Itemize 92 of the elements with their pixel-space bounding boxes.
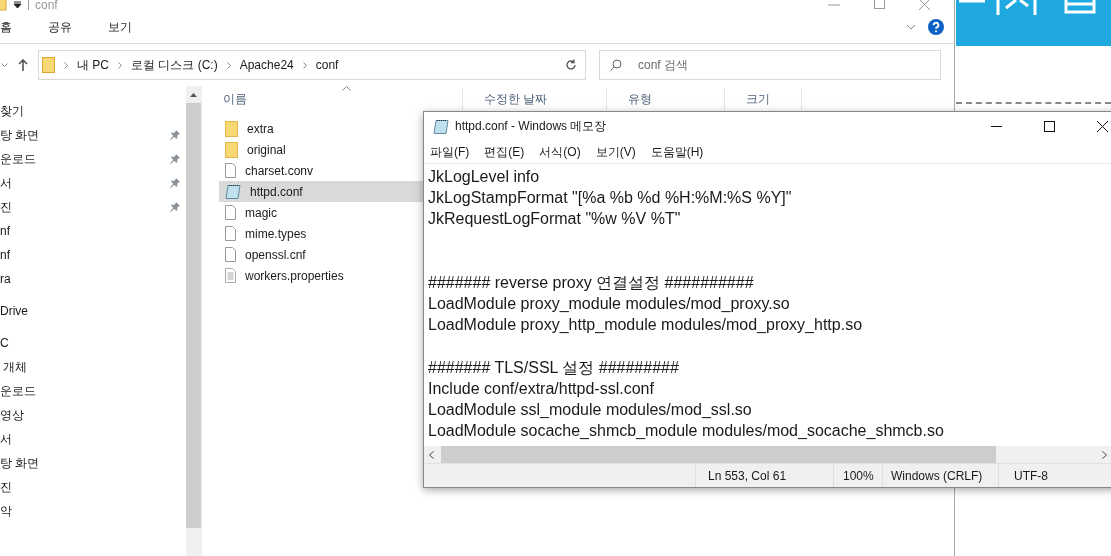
- sort-icon: [342, 86, 351, 91]
- status-text: Windows (CRLF): [883, 464, 999, 487]
- file-icon: [225, 247, 236, 262]
- refresh-icon[interactable]: [565, 59, 577, 71]
- sidebar-item[interactable]: 운로드: [0, 382, 36, 400]
- file-row[interactable]: extra: [219, 118, 424, 139]
- sidebar-item[interactable]: Drive: [0, 304, 28, 318]
- pin-icon: [170, 178, 180, 188]
- sidebar-item[interactable]: 진: [0, 198, 12, 216]
- file-row[interactable]: mime.types: [219, 223, 424, 244]
- file-icon: [225, 163, 236, 178]
- column-header[interactable]: 이름: [202, 88, 463, 110]
- code-line: LoadModule proxy_module modules/mod_proxy.so: [428, 294, 791, 315]
- menu-item[interactable]: 파일(F): [430, 143, 470, 161]
- code-line: JkLogStampFormat "[%a %b %d %H:%M:%S %Y]": [428, 188, 793, 209]
- sidebar-item[interactable]: 악: [0, 502, 12, 520]
- sidebar-item[interactable]: C: [0, 336, 9, 350]
- notepad-icon: [433, 118, 449, 135]
- menu-item[interactable]: 서식(O): [539, 143, 581, 161]
- sidebar-item[interactable]: 서: [0, 430, 12, 448]
- file-row[interactable]: magic: [219, 202, 424, 223]
- chevron-icon[interactable]: [1, 62, 8, 68]
- scroll-up-icon[interactable]: [190, 93, 197, 97]
- pin-icon: [170, 202, 180, 212]
- address-bar[interactable]: 내 PC 로컬 디스크 (C:) Apache24 conf: [38, 50, 586, 80]
- up-arrow-icon[interactable]: [18, 59, 28, 71]
- notepad-icon: [225, 184, 241, 199]
- breadcrumb-item[interactable]: 로컬 디스크 (C:): [131, 56, 218, 74]
- text-file-icon: [225, 268, 236, 283]
- pin-icon: [170, 130, 180, 140]
- code-line: ####### TLS/SSL 설정 #########: [428, 357, 680, 378]
- ribbon-tab[interactable]: 공유: [48, 18, 72, 36]
- code-line: JkRequestLogFormat "%w %V %T": [428, 209, 682, 230]
- file-row[interactable]: workers.properties: [219, 265, 424, 286]
- help-icon[interactable]: [928, 19, 944, 35]
- column-header[interactable]: 수정한 날짜: [463, 88, 607, 110]
- code-line: LoadModule ssl_module modules/mod_ssl.so: [428, 400, 753, 421]
- status-text: Ln 553, Col 61: [696, 464, 834, 487]
- status-text: UTF-8: [1013, 467, 1049, 485]
- file-row[interactable]: original: [219, 139, 424, 160]
- scrollbar[interactable]: [424, 446, 1111, 463]
- chevron-icon: [118, 61, 122, 69]
- scrollbar[interactable]: [186, 86, 201, 556]
- folder-icon: [225, 141, 238, 158]
- window-title: httpd.conf - Windows 메모장: [455, 118, 607, 135]
- sidebar-item[interactable]: 탕 화면: [0, 126, 40, 144]
- file-row[interactable]: httpd.conf: [219, 181, 424, 202]
- chevron-icon: [64, 61, 68, 69]
- sidebar-item[interactable]: 서: [0, 174, 12, 192]
- sidebar-item[interactable]: 진: [0, 478, 12, 496]
- sidebar-item[interactable]: 찾기: [0, 102, 24, 120]
- column-header[interactable]: 유형: [607, 88, 725, 110]
- menu-item[interactable]: 도움말(H): [650, 143, 704, 161]
- breadcrumb-item[interactable]: Apache24: [239, 58, 294, 72]
- ribbon-tab[interactable]: 홈: [0, 18, 12, 36]
- file-icon: [225, 226, 236, 241]
- sidebar-item[interactable]: nf: [0, 248, 10, 262]
- window-title: conf: [35, 0, 58, 12]
- pin-icon: [170, 154, 180, 164]
- folder-icon: [225, 120, 238, 137]
- file-row[interactable]: charset.conv: [219, 160, 424, 181]
- code-line: Include conf/extra/httpd-ssl.conf: [428, 378, 655, 399]
- search-icon: [610, 59, 622, 71]
- breadcrumb-item[interactable]: 내 PC: [77, 56, 109, 74]
- code-line: ####### reverse proxy 연결설정 ##########: [428, 272, 755, 293]
- sidebar-item[interactable]: 운로드: [0, 150, 36, 168]
- menu-item[interactable]: 편집(E): [484, 143, 525, 161]
- code-line: JkLogLevel info: [428, 167, 541, 187]
- search-box[interactable]: conf 검색: [599, 50, 941, 80]
- file-icon: [225, 205, 236, 220]
- chevron-icon: [226, 61, 231, 69]
- file-row[interactable]: openssl.cnf: [219, 244, 424, 265]
- scroll-left-icon[interactable]: [429, 450, 434, 459]
- sidebar-item[interactable]: 영상: [0, 406, 24, 424]
- close-icon[interactable]: [1097, 121, 1108, 132]
- menu-item[interactable]: 보기(V): [595, 143, 636, 161]
- sidebar-item[interactable]: 개체: [0, 358, 28, 376]
- ribbon-tab[interactable]: 보기: [108, 18, 132, 36]
- status-text: 100%: [834, 464, 883, 487]
- scroll-right-icon[interactable]: [1102, 450, 1107, 459]
- code-line: LoadModule proxy_http_module modules/mod_proxy_http.so: [428, 315, 864, 336]
- sidebar-item[interactable]: ra: [0, 272, 11, 286]
- chevron-icon: [302, 61, 307, 69]
- sidebar-item[interactable]: nf: [0, 224, 10, 238]
- maximize-icon[interactable]: [1044, 121, 1055, 132]
- sidebar-item[interactable]: 탕 화면: [0, 454, 40, 472]
- code-line: LoadModule socache_shmcb_module modules/mod_socache_shmcb.so: [428, 421, 945, 442]
- chevron-icon[interactable]: [906, 24, 916, 30]
- breadcrumb-item[interactable]: conf: [315, 58, 339, 72]
- column-header[interactable]: 크기: [725, 88, 802, 110]
- dropdown-icon[interactable]: [13, 0, 22, 9]
- folder-icon: [42, 57, 55, 73]
